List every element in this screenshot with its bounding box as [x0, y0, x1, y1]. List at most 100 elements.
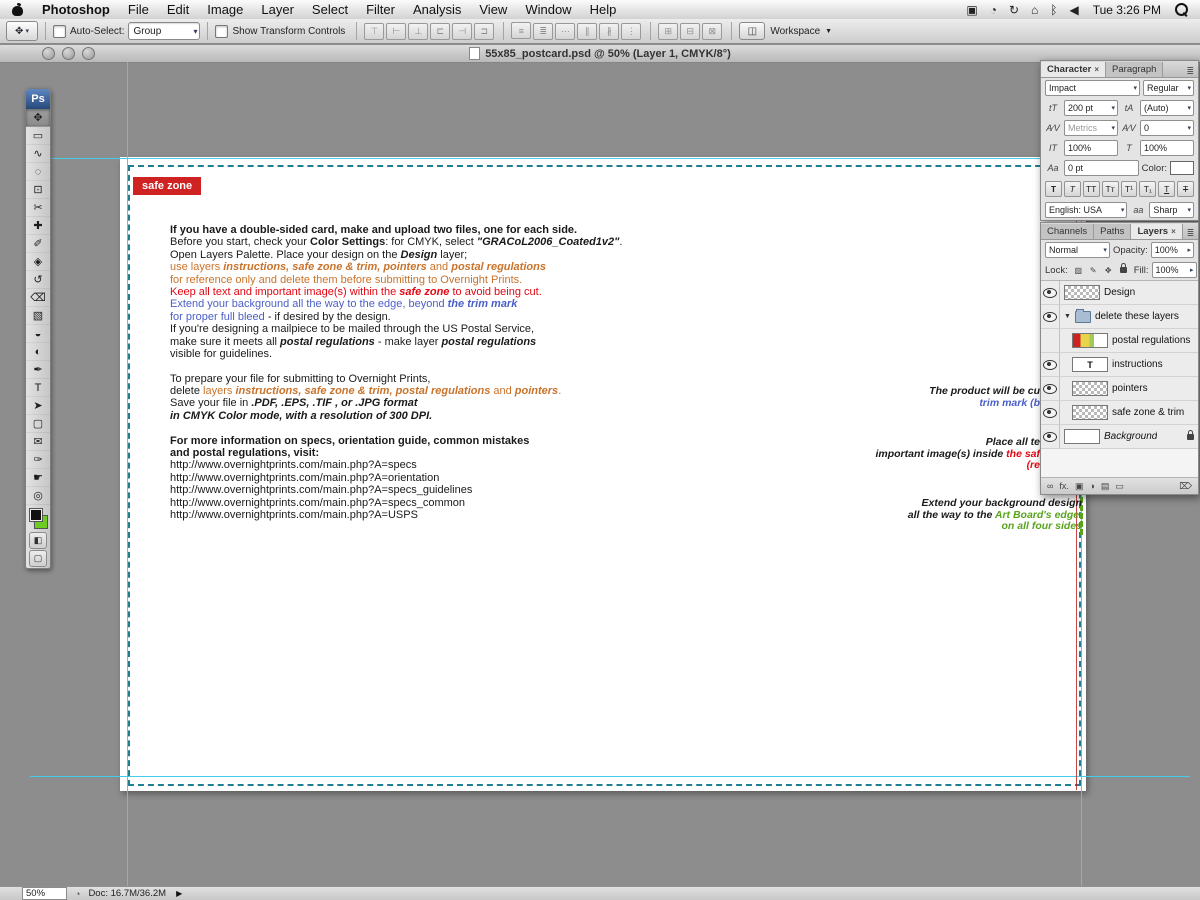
small-caps-button[interactable]: Tт	[1102, 181, 1119, 197]
move-tool[interactable]: ✥	[26, 109, 50, 127]
status-menu-icon[interactable]: ◔	[75, 889, 80, 899]
tool-preset-picker[interactable]: ✥ ▾	[6, 21, 38, 41]
hand-tool[interactable]: ☛	[26, 469, 50, 487]
tab-paths[interactable]: Paths	[1094, 224, 1131, 239]
eyedropper-tool[interactable]: ✑	[26, 451, 50, 469]
strikethrough-button[interactable]: T	[1177, 181, 1194, 197]
panel-menu-icon[interactable]: ≣	[1182, 66, 1198, 77]
layer-row[interactable]: ▼delete these layers	[1041, 305, 1198, 329]
menu-analysis[interactable]: Analysis	[404, 0, 470, 19]
tracking-dropdown[interactable]: 0▾	[1140, 120, 1194, 136]
align-left-edges-button[interactable]: ⊏	[430, 23, 450, 40]
menu-window[interactable]: Window	[516, 0, 580, 19]
zoom-tool[interactable]: ◎	[26, 487, 50, 505]
slice-tool[interactable]: ✂	[26, 199, 50, 217]
palette-well-icon[interactable]: ◫	[739, 22, 765, 40]
foreground-color-swatch[interactable]	[29, 508, 43, 522]
guide-vertical-left[interactable]	[127, 62, 128, 886]
faux-italic-button[interactable]: T	[1064, 181, 1081, 197]
toggle-palettes-button[interactable]: ⊠	[702, 23, 722, 40]
volume-icon[interactable]: ◀	[1064, 3, 1085, 17]
menu-filter[interactable]: Filter	[357, 0, 404, 19]
superscript-button[interactable]: T¹	[1121, 181, 1138, 197]
new-layer-icon[interactable]: ▭	[1115, 481, 1124, 492]
menubar-clock[interactable]: Tue 3:26 PM	[1085, 3, 1169, 17]
align-options-button[interactable]: ⊟	[680, 23, 700, 40]
menu-help[interactable]: Help	[581, 0, 626, 19]
menu-file[interactable]: File	[119, 0, 158, 19]
path-selection-tool[interactable]: ➤	[26, 397, 50, 415]
panel-menu-icon[interactable]: ≣	[1183, 228, 1199, 239]
bluetooth-icon[interactable]: ᛒ	[1044, 3, 1063, 17]
distribute-top-edges-button[interactable]: ≡	[511, 22, 531, 39]
menu-view[interactable]: View	[470, 0, 516, 19]
crop-tool[interactable]: ⊡	[26, 181, 50, 199]
baseline-shift-input[interactable]: 0 pt	[1064, 160, 1139, 176]
apple-menu[interactable]	[0, 3, 33, 16]
menu-image[interactable]: Image	[198, 0, 252, 19]
zoom-level-input[interactable]: 50%	[22, 887, 67, 900]
pen-tool[interactable]: ✒	[26, 361, 50, 379]
blend-mode-dropdown[interactable]: Normal▾	[1045, 242, 1110, 258]
guide-horizontal-bottom[interactable]	[30, 776, 1190, 777]
close-icon[interactable]: ×	[1094, 62, 1099, 77]
adjustment-layer-icon[interactable]: ◑	[1089, 481, 1094, 491]
faux-bold-button[interactable]: T	[1045, 181, 1062, 197]
shape-tool[interactable]: ▢	[26, 415, 50, 433]
disclosure-triangle-icon[interactable]: ▼	[1064, 313, 1071, 320]
quick-selection-tool[interactable]: ◌	[26, 163, 50, 181]
gradient-tool[interactable]: ▧	[26, 307, 50, 325]
auto-align-layers-button[interactable]: ⊞	[658, 23, 678, 40]
screen-mode-button[interactable]: ▢	[29, 550, 47, 567]
font-size-dropdown[interactable]: 200 pt▾	[1064, 100, 1118, 116]
visibility-toggle[interactable]	[1041, 329, 1060, 352]
subscript-button[interactable]: T₁	[1139, 181, 1156, 197]
layer-row[interactable]: postal regulations	[1041, 329, 1198, 353]
tab-layers[interactable]: Layers×	[1131, 224, 1182, 239]
keyboard-viewer-icon[interactable]: ▣	[960, 3, 983, 17]
align-bottom-edges-button[interactable]: ⊥	[408, 23, 428, 40]
visibility-toggle[interactable]	[1041, 281, 1060, 304]
new-group-icon[interactable]: ▤	[1101, 481, 1110, 492]
quick-mask-button[interactable]: ◧	[29, 532, 47, 549]
layer-style-icon[interactable]: fx.	[1059, 481, 1069, 491]
leading-dropdown[interactable]: (Auto)▾	[1140, 100, 1194, 116]
font-family-dropdown[interactable]: Impact▾	[1045, 80, 1140, 96]
clone-stamp-tool[interactable]: ◈	[26, 253, 50, 271]
align-horizontal-centers-button[interactable]: ⊣	[452, 23, 472, 40]
align-right-edges-button[interactable]: ⊐	[474, 23, 494, 40]
auto-select-dropdown[interactable]: Group ▾	[128, 22, 200, 40]
menu-select[interactable]: Select	[303, 0, 357, 19]
lock-transparency-icon[interactable]: ▨	[1071, 263, 1086, 278]
tab-channels[interactable]: Channels	[1041, 224, 1094, 239]
layer-row[interactable]: pointers	[1041, 377, 1198, 401]
visibility-toggle[interactable]	[1041, 401, 1060, 424]
antialias-dropdown[interactable]: Sharp▾	[1149, 202, 1194, 218]
lasso-tool[interactable]: ∿	[26, 145, 50, 163]
menu-edit[interactable]: Edit	[158, 0, 198, 19]
displays-icon[interactable]: ⌂	[1025, 3, 1044, 17]
dodge-tool[interactable]: ◐	[26, 343, 50, 361]
eraser-tool[interactable]: ⌫	[26, 289, 50, 307]
align-top-edges-button[interactable]: ⊤	[364, 23, 384, 40]
distribute-horizontal-centers-button[interactable]: ∦	[599, 23, 619, 40]
tab-character[interactable]: Character×	[1041, 62, 1106, 77]
status-options-arrow-icon[interactable]: ▶	[176, 889, 182, 898]
blur-tool[interactable]: ◒	[26, 325, 50, 343]
layer-row[interactable]: Background	[1041, 425, 1198, 449]
visibility-toggle[interactable]	[1041, 305, 1060, 328]
guide-horizontal-top[interactable]	[30, 158, 1190, 159]
kerning-dropdown[interactable]: Metrics▾	[1064, 120, 1118, 136]
spot-healing-brush-tool[interactable]: ✚	[26, 217, 50, 235]
distribute-left-edges-button[interactable]: ∥	[577, 23, 597, 40]
show-transform-checkbox[interactable]	[215, 25, 228, 38]
fill-input[interactable]: 100%▸	[1152, 262, 1197, 278]
layer-row[interactable]: Design	[1041, 281, 1198, 305]
text-color-swatch[interactable]	[1170, 161, 1194, 175]
auto-select-checkbox[interactable]	[53, 25, 66, 38]
underline-button[interactable]: T	[1158, 181, 1175, 197]
close-icon[interactable]: ×	[1171, 224, 1176, 239]
brush-tool[interactable]: ✐	[26, 235, 50, 253]
rectangular-marquee-tool[interactable]: ▭	[26, 127, 50, 145]
vertical-scale-input[interactable]: 100%	[1064, 140, 1118, 156]
